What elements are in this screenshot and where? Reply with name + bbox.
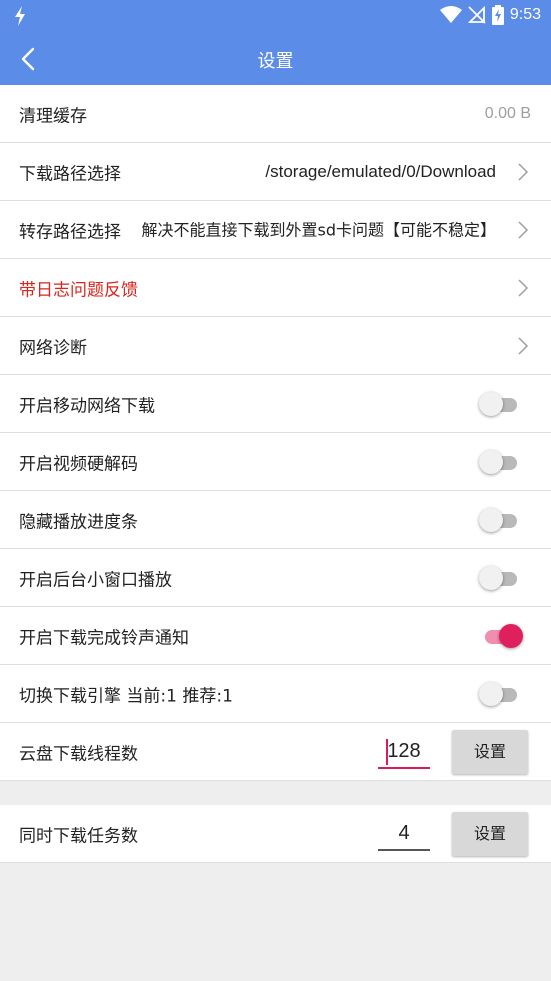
ringtone-toggle[interactable] xyxy=(479,623,523,649)
engine-row: 切换下载引擎 当前:1 推荐:1 xyxy=(0,665,551,723)
concurrent-tasks-input[interactable]: 4 xyxy=(378,817,430,851)
hide-progress-row: 隐藏播放进度条 xyxy=(0,491,551,549)
cloud-threads-row: 云盘下载线程数 128 设置 xyxy=(0,723,551,781)
concurrent-tasks-row: 同时下载任务数 4 设置 xyxy=(0,805,551,863)
feedback-row[interactable]: 带日志问题反馈 xyxy=(0,259,551,317)
chevron-right-icon xyxy=(518,220,529,239)
status-time: 9:53 xyxy=(509,6,541,23)
cache-size-value: 0.00 B xyxy=(484,104,531,122)
status-bar: 9:53 xyxy=(0,0,551,32)
flash-icon xyxy=(15,6,25,26)
text-caret xyxy=(386,738,388,765)
download-path-label: 下载路径选择 xyxy=(19,164,121,184)
bg-window-label: 开启后台小窗口播放 xyxy=(19,570,172,590)
clear-cache-row[interactable]: 清理缓存 0.00 B xyxy=(0,85,551,143)
mobile-download-label: 开启移动网络下载 xyxy=(19,396,155,416)
cloud-threads-input[interactable]: 128 xyxy=(378,735,430,769)
download-path-row[interactable]: 下载路径选择 /storage/emulated/0/Download xyxy=(0,143,551,201)
transfer-path-label: 转存路径选择 xyxy=(19,222,121,242)
bg-window-toggle[interactable] xyxy=(479,565,523,591)
mobile-download-toggle[interactable] xyxy=(479,391,523,417)
settings-list: 清理缓存 0.00 B 下载路径选择 /storage/emulated/0/D… xyxy=(0,85,551,863)
transfer-path-value: 解决不能直接下载到外置sd卡问题【可能不稳定】 xyxy=(141,220,497,239)
hw-decode-row: 开启视频硬解码 xyxy=(0,433,551,491)
transfer-path-row[interactable]: 转存路径选择 解决不能直接下载到外置sd卡问题【可能不稳定】 xyxy=(0,201,551,259)
ringtone-label: 开启下载完成铃声通知 xyxy=(19,628,189,648)
cloud-threads-value: 128 xyxy=(387,739,421,762)
cloud-threads-set-button[interactable]: 设置 xyxy=(452,729,528,774)
page-title: 设置 xyxy=(257,51,294,72)
hw-decode-label: 开启视频硬解码 xyxy=(19,454,138,474)
concurrent-tasks-set-button[interactable]: 设置 xyxy=(452,811,528,856)
ringtone-row: 开启下载完成铃声通知 xyxy=(0,607,551,665)
network-diagnosis-row[interactable]: 网络诊断 xyxy=(0,317,551,375)
section-divider xyxy=(0,781,551,805)
chevron-right-icon xyxy=(518,336,529,355)
no-signal-icon xyxy=(467,6,486,24)
battery-charging-icon xyxy=(491,5,504,25)
hide-progress-toggle[interactable] xyxy=(479,507,523,533)
mobile-download-row: 开启移动网络下载 xyxy=(0,375,551,433)
clear-cache-label: 清理缓存 xyxy=(19,106,87,126)
engine-toggle[interactable] xyxy=(479,681,523,707)
chevron-right-icon xyxy=(518,278,529,297)
network-diagnosis-label: 网络诊断 xyxy=(19,338,87,358)
wifi-icon xyxy=(439,6,462,23)
feedback-label: 带日志问题反馈 xyxy=(19,280,138,300)
hide-progress-label: 隐藏播放进度条 xyxy=(19,512,138,532)
download-path-value: /storage/emulated/0/Download xyxy=(265,161,496,181)
engine-label: 切换下载引擎 当前:1 推荐:1 xyxy=(19,686,233,706)
cloud-threads-label: 云盘下载线程数 xyxy=(19,744,138,764)
app-toolbar: 设置 xyxy=(0,32,551,85)
hw-decode-toggle[interactable] xyxy=(479,449,523,475)
concurrent-tasks-value: 4 xyxy=(398,821,410,844)
concurrent-tasks-label: 同时下载任务数 xyxy=(19,826,138,846)
chevron-right-icon xyxy=(518,162,529,181)
bg-window-row: 开启后台小窗口播放 xyxy=(0,549,551,607)
